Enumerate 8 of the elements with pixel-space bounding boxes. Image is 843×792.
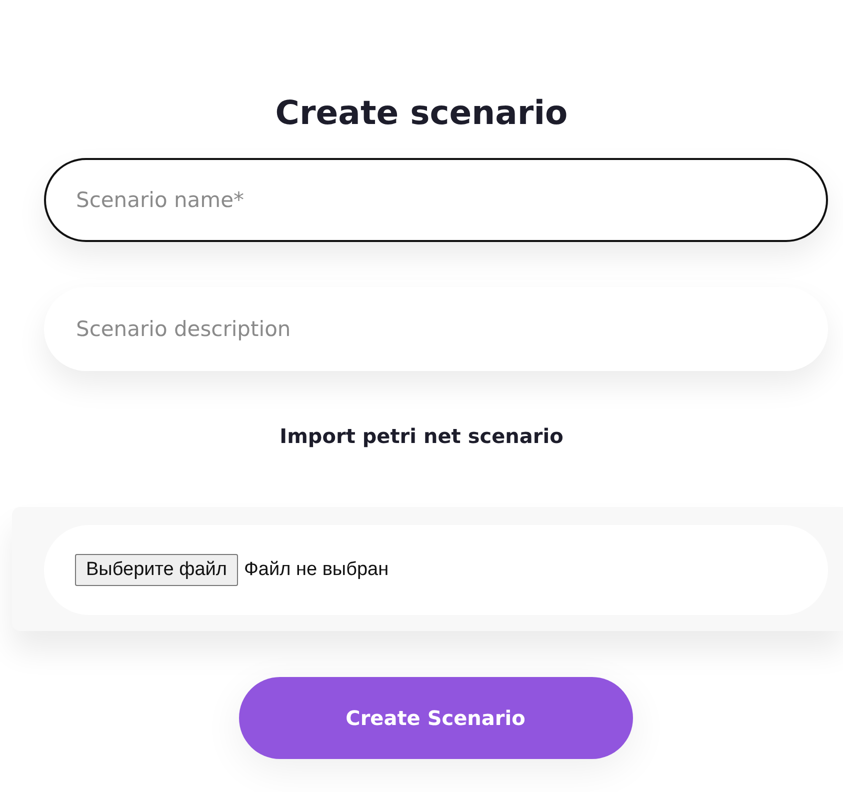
file-field[interactable]: Выберите файл Файл не выбран xyxy=(44,525,828,615)
text-field[interactable]: Scenario description xyxy=(44,287,828,371)
text-field[interactable]: Scenario name* xyxy=(44,158,828,242)
create-scenario-button[interactable]: Create Scenario xyxy=(238,677,632,759)
file-status: Файл не выбран xyxy=(244,559,389,581)
choose-file-button[interactable]: Выберите файл xyxy=(75,554,238,586)
form-title: Create scenario xyxy=(274,92,569,134)
import-heading: Import petri net scenario xyxy=(278,423,564,450)
